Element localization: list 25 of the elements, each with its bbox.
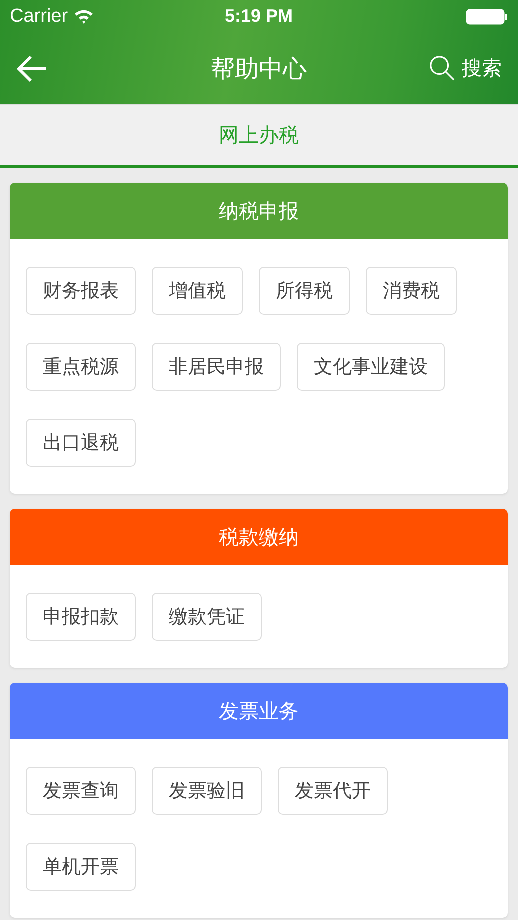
wifi-icon (74, 9, 94, 24)
search-button[interactable]: 搜索 (429, 55, 502, 82)
page-title: 帮助中心 (210, 54, 308, 84)
category-item-button[interactable]: 缴款凭证 (152, 593, 262, 641)
category-item-button[interactable]: 重点税源 (26, 343, 136, 391)
category-item-button[interactable]: 发票代开 (278, 767, 388, 815)
status-time: 5:19 PM (224, 6, 294, 27)
search-icon (429, 55, 456, 82)
category-item-button[interactable]: 发票查询 (26, 767, 136, 815)
category-item-button[interactable]: 文化事业建设 (297, 343, 445, 391)
category-header: 发票业务 (10, 683, 508, 739)
category-item-button[interactable]: 增值税 (152, 267, 243, 315)
category-item-button[interactable]: 申报扣款 (26, 593, 136, 641)
category-item-button[interactable]: 非居民申报 (152, 343, 281, 391)
category-header: 税款缴纳 (10, 509, 508, 565)
category-item-button[interactable]: 财务报表 (26, 267, 136, 315)
category-item-button[interactable]: 单机开票 (26, 843, 136, 891)
carrier-name: Carrier (10, 6, 68, 28)
battery-icon (466, 8, 508, 24)
category-item-button[interactable]: 所得税 (259, 267, 350, 315)
category-item-button[interactable]: 发票验旧 (152, 767, 262, 815)
category-item-button[interactable]: 消费税 (366, 267, 457, 315)
category-header: 纳税申报 (10, 183, 508, 239)
category-item-button[interactable]: 出口退税 (26, 419, 136, 467)
back-arrow-icon[interactable] (16, 54, 48, 82)
